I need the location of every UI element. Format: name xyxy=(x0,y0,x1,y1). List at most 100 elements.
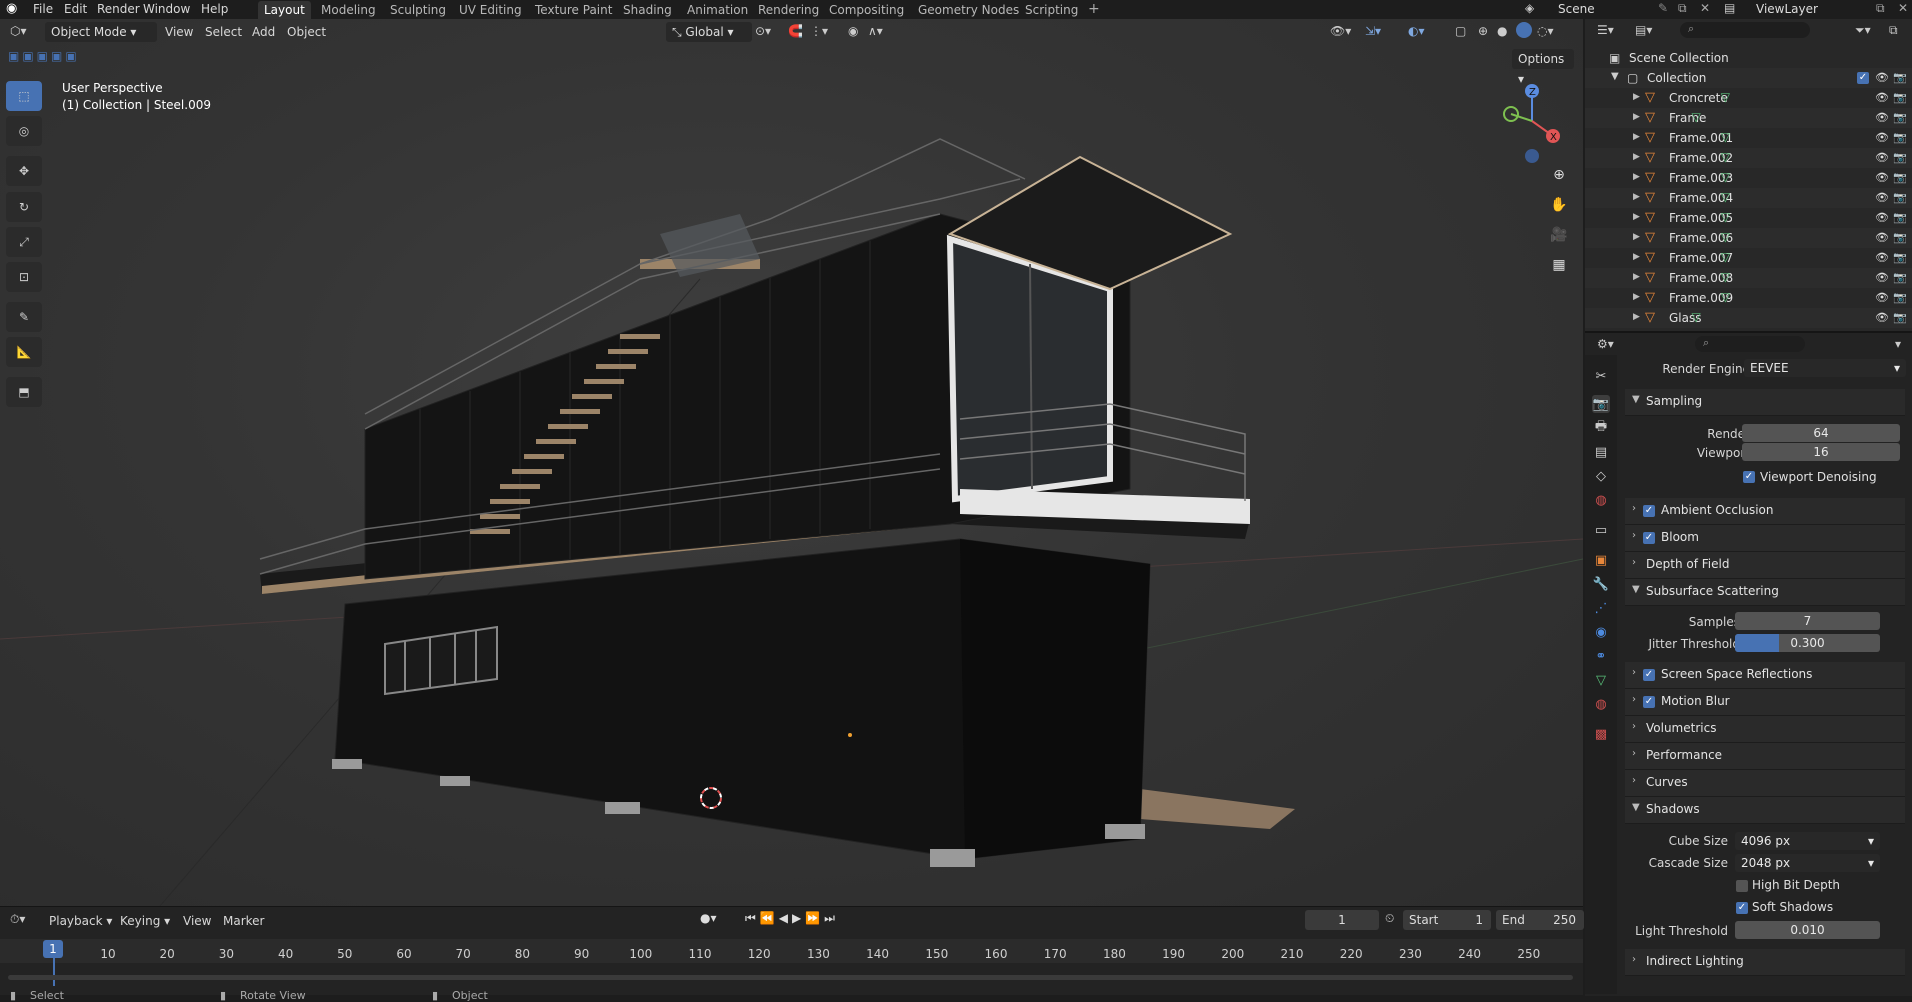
motion-blur-panel-header[interactable]: › ✓ Motion Blur xyxy=(1625,689,1905,716)
camera-view-icon[interactable]: 🎥 xyxy=(1547,223,1571,247)
outliner-object-row[interactable]: ▶ ▽ Croncrete ▽ 👁 📷 xyxy=(1585,88,1912,108)
expand-arrow-icon[interactable]: ▶ xyxy=(1633,152,1640,162)
timeline-editor[interactable]: ⏱▾ Playback ▾ Keying ▾ View Marker ●▾ ⏮⏪… xyxy=(0,906,1584,1002)
visibility-eye-icon[interactable]: 👁 xyxy=(1875,171,1889,184)
outliner-object-row[interactable]: ▶ ▽ Frame.009 ▽ 👁 📷 xyxy=(1585,288,1912,308)
mesh-data-icon[interactable]: ▽ xyxy=(1721,130,1730,144)
scale-tool[interactable]: ⤢ xyxy=(6,227,42,257)
expand-arrow-icon[interactable]: ▶ xyxy=(1633,292,1640,302)
menu-help[interactable]: Help xyxy=(201,2,228,16)
expand-arrow-icon[interactable]: ▶ xyxy=(1633,232,1640,242)
visibility-eye-icon[interactable]: 👁 xyxy=(1875,91,1889,104)
tab-geometry-nodes[interactable]: Geometry Nodes xyxy=(912,1,1025,19)
scene-tab-icon[interactable]: ◇ xyxy=(1592,467,1610,485)
menu-render[interactable]: Render xyxy=(97,2,140,16)
3d-viewport[interactable]: User Perspective (1) Collection | Steel.… xyxy=(0,19,1583,906)
render-camera-icon[interactable]: 📷 xyxy=(1893,231,1907,244)
snap-target-icon[interactable]: ⋮▾ xyxy=(810,24,828,38)
visibility-eye-icon[interactable]: 👁 xyxy=(1875,311,1889,324)
new-scene-icon[interactable]: ⧉ xyxy=(1678,1,1687,16)
light-threshold-field[interactable]: 0.010 xyxy=(1735,921,1880,939)
render-camera-icon[interactable]: 📷 xyxy=(1893,191,1907,204)
render-camera-icon[interactable]: 📷 xyxy=(1893,131,1907,144)
menu-add[interactable]: Add xyxy=(252,25,275,39)
perspective-grid-icon[interactable]: ▦ xyxy=(1547,253,1571,277)
xray-icon[interactable]: ▢ xyxy=(1455,24,1466,38)
sss-samples-field[interactable]: 7 xyxy=(1735,612,1880,630)
visibility-eye-icon[interactable]: 👁 xyxy=(1875,291,1889,304)
viewport-denoising-checkbox[interactable]: ✓ xyxy=(1743,471,1755,483)
new-collection-icon[interactable]: ⧉ xyxy=(1889,23,1898,38)
blender-logo-icon[interactable]: ◉ xyxy=(6,1,17,16)
jitter-threshold-slider[interactable]: 0.300 xyxy=(1735,634,1880,652)
mesh-data-icon[interactable]: ▽ xyxy=(1721,150,1730,164)
ssr-panel-header[interactable]: › ✓ Screen Space Reflections xyxy=(1625,662,1905,689)
menu-playback[interactable]: Playback ▾ xyxy=(49,914,112,928)
record-icon[interactable]: ●▾ xyxy=(700,911,717,925)
render-camera-icon[interactable]: 📷 xyxy=(1893,171,1907,184)
delete-view-layer-icon[interactable]: ✕ xyxy=(1898,1,1908,15)
menu-object[interactable]: Object xyxy=(287,25,326,39)
tab-texture-paint[interactable]: Texture Paint xyxy=(529,1,618,19)
wireframe-shading-icon[interactable]: ⊕ xyxy=(1478,24,1488,38)
outliner-object-row[interactable]: ▶ ▽ Frame ▽ 👁 📷 xyxy=(1585,108,1912,128)
mesh-data-icon[interactable]: ▽ xyxy=(1721,190,1730,204)
display-mode-icon[interactable]: ▤▾ xyxy=(1635,23,1652,37)
outliner-object-row[interactable]: ▶ ▽ Frame.007 ▽ 👁 📷 xyxy=(1585,248,1912,268)
selection-mode-icons[interactable]: ▣▣▣▣▣ xyxy=(8,49,80,63)
render-tab-icon[interactable]: 📷 xyxy=(1592,395,1610,413)
add-workspace-icon[interactable]: + xyxy=(1088,1,1100,17)
mesh-data-icon[interactable]: ▽ xyxy=(1721,230,1730,244)
expand-icon[interactable]: ▼ xyxy=(1611,71,1619,82)
menu-timeline-view[interactable]: View xyxy=(183,914,211,928)
collection-tab-icon[interactable]: ▭ xyxy=(1592,521,1610,539)
add-cube-tool[interactable]: ⬒ xyxy=(6,377,42,407)
properties-editor-type-icon[interactable]: ⚙▾ xyxy=(1597,337,1614,351)
world-tab-icon[interactable]: ◍ xyxy=(1592,491,1610,509)
curves-panel-header[interactable]: › Curves xyxy=(1625,770,1905,797)
expand-arrow-icon[interactable]: ▶ xyxy=(1633,312,1640,322)
performance-panel-header[interactable]: › Performance xyxy=(1625,743,1905,770)
indirect-lighting-panel-header[interactable]: › Indirect Lighting xyxy=(1625,949,1905,976)
object-tab-icon[interactable]: ▣ xyxy=(1592,551,1610,569)
solid-shading-icon[interactable]: ● xyxy=(1497,24,1507,38)
constraints-tab-icon[interactable]: ⚭ xyxy=(1592,647,1610,665)
preview-range-icon[interactable]: ⏲ xyxy=(1385,911,1394,926)
expand-arrow-icon[interactable]: ▶ xyxy=(1633,212,1640,222)
annotate-tool[interactable]: ✎ xyxy=(6,302,42,332)
expand-arrow-icon[interactable]: ▶ xyxy=(1633,92,1640,102)
render-camera-icon[interactable]: 📷 xyxy=(1893,291,1907,304)
mesh-data-icon[interactable]: ▽ xyxy=(1721,290,1730,304)
scene-name[interactable]: Scene xyxy=(1558,2,1595,16)
scene-icon[interactable]: ◈ xyxy=(1525,1,1534,15)
depth-of-field-panel-header[interactable]: › Depth of Field xyxy=(1625,552,1905,579)
proportional-edit-icon[interactable]: ◉ xyxy=(848,24,858,38)
tab-modeling[interactable]: Modeling xyxy=(315,1,382,19)
object-name[interactable]: Croncrete xyxy=(1669,91,1728,105)
outliner-object-row[interactable]: ▶ ▽ Frame.003 ▽ 👁 📷 xyxy=(1585,168,1912,188)
visibility-eye-icon[interactable]: 👁 xyxy=(1875,231,1889,244)
mode-dropdown[interactable]: Object Mode ▾ xyxy=(45,22,157,42)
outliner-object-row[interactable]: ▶ ▽ Frame.002 ▽ 👁 📷 xyxy=(1585,148,1912,168)
view-layer-icon[interactable]: ▤ xyxy=(1724,1,1735,15)
visibility-icon[interactable]: 👁▾ xyxy=(1330,24,1351,38)
data-tab-icon[interactable]: ▽ xyxy=(1592,671,1610,689)
render-camera-icon[interactable]: 📷 xyxy=(1893,251,1907,264)
snap-icon[interactable]: 🧲 xyxy=(788,24,803,38)
tab-compositing[interactable]: Compositing xyxy=(823,1,910,19)
tool-tab-icon[interactable]: ✂ xyxy=(1592,367,1610,385)
tab-uv-editing[interactable]: UV Editing xyxy=(453,1,528,19)
mesh-data-icon[interactable]: ▽ xyxy=(1721,90,1730,104)
subsurface-scattering-panel-header[interactable]: ▼ Subsurface Scattering xyxy=(1625,579,1905,606)
expand-arrow-icon[interactable]: ▶ xyxy=(1633,132,1640,142)
texture-tab-icon[interactable]: ▩ xyxy=(1592,725,1610,743)
properties-search-input[interactable]: ⌕ xyxy=(1695,336,1805,352)
visibility-eye-icon[interactable]: 👁 xyxy=(1875,211,1889,224)
filter-icon[interactable]: ⏷▾ xyxy=(1855,23,1871,38)
zoom-icon[interactable]: ⊕ xyxy=(1547,163,1571,187)
mesh-data-icon[interactable]: ▽ xyxy=(1721,270,1730,284)
menu-keying[interactable]: Keying ▾ xyxy=(120,914,170,928)
collection-row[interactable]: ▼ ▢ Collection ✓ 👁 📷 xyxy=(1585,68,1912,88)
tab-layout[interactable]: Layout xyxy=(258,1,311,19)
options-dropdown[interactable]: Options ▾ xyxy=(1512,49,1574,86)
